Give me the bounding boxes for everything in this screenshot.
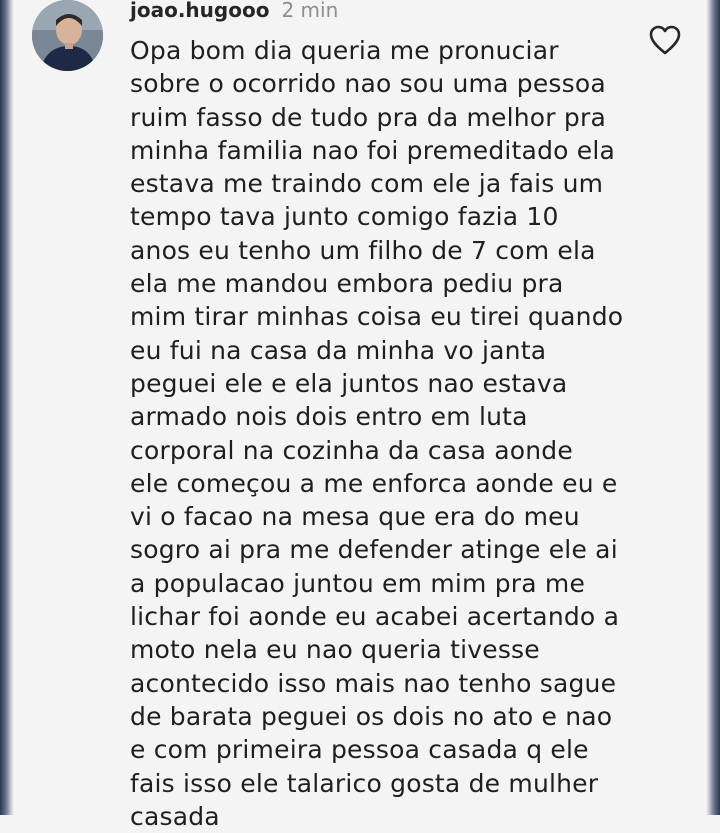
comment-header: joao.hugooo 2 min [130,0,338,23]
like-button[interactable] [648,24,682,56]
comment: joao.hugooo 2 min Opa bom dia queria me p… [32,0,692,831]
timestamp: 2 min [281,0,339,22]
screen-edge-right [706,0,720,815]
comment-text: Opa bom dia queria me pronuciar sobre o … [130,36,624,831]
screen-edge-left [0,0,14,815]
avatar[interactable] [32,0,103,71]
heart-outline-icon [649,25,681,55]
profile-photo-icon [32,0,103,71]
username[interactable]: joao.hugooo [130,0,269,22]
